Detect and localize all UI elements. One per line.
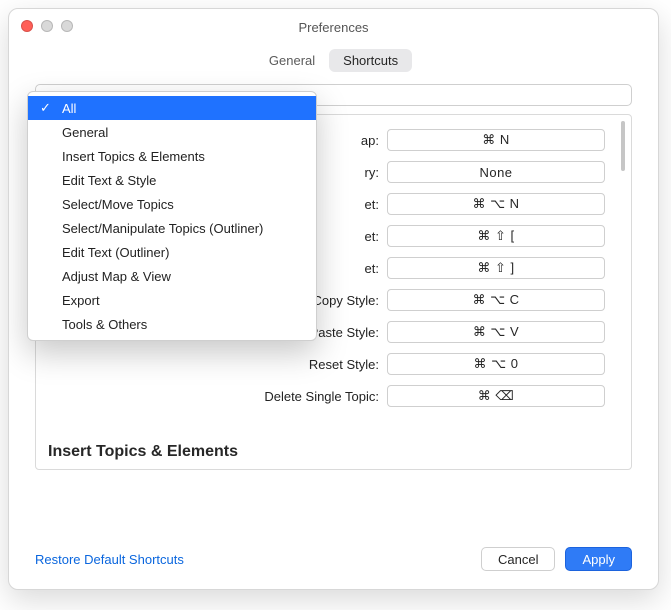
dropdown-item-label: Insert Topics & Elements: [62, 149, 205, 164]
shortcut-field[interactable]: ⌘ ⌥ C: [387, 289, 605, 311]
section-title: Insert Topics & Elements: [48, 443, 238, 461]
cancel-button[interactable]: Cancel: [481, 547, 555, 571]
traffic-lights: [21, 20, 73, 32]
shortcut-field[interactable]: ⌘ ⇧ [: [387, 225, 605, 247]
scrollbar[interactable]: [621, 121, 625, 171]
dropdown-item[interactable]: Insert Topics & Elements: [28, 144, 316, 168]
dropdown-item-label: Edit Text & Style: [62, 173, 156, 188]
dropdown-item[interactable]: Select/Manipulate Topics (Outliner): [28, 216, 316, 240]
dropdown-item[interactable]: Adjust Map & View: [28, 264, 316, 288]
shortcut-row: Delete Single Topic: ⌘ ⌫: [211, 385, 605, 407]
restore-defaults-link[interactable]: Restore Default Shortcuts: [35, 552, 184, 567]
shortcut-field[interactable]: ⌘ ⌥ 0: [387, 353, 605, 375]
dropdown-item[interactable]: ✓ All: [28, 96, 316, 120]
dropdown-item-label: Select/Move Topics: [62, 197, 174, 212]
category-dropdown[interactable]: ✓ All General Insert Topics & Elements Edit …: [27, 91, 317, 341]
dropdown-item-label: General: [62, 125, 108, 140]
dropdown-item[interactable]: Edit Text & Style: [28, 168, 316, 192]
dropdown-item-label: Tools & Others: [62, 317, 147, 332]
shortcut-field[interactable]: None: [387, 161, 605, 183]
tab-shortcuts[interactable]: Shortcuts: [329, 49, 412, 72]
shortcut-field[interactable]: ⌘ N: [387, 129, 605, 151]
preferences-window: Preferences General Shortcuts ap:⌘ Nry:N…: [8, 8, 659, 590]
shortcut-field[interactable]: ⌘ ⌥ N: [387, 193, 605, 215]
dropdown-item-label: Edit Text (Outliner): [62, 245, 169, 260]
dropdown-item[interactable]: Edit Text (Outliner): [28, 240, 316, 264]
minimize-icon: [41, 20, 53, 32]
tab-general[interactable]: General: [255, 49, 329, 72]
shortcut-field[interactable]: ⌘ ⌥ V: [387, 321, 605, 343]
shortcut-row: Reset Style: ⌘ ⌥ 0: [211, 353, 605, 375]
dropdown-item-label: All: [62, 101, 76, 116]
zoom-icon: [61, 20, 73, 32]
close-icon[interactable]: [21, 20, 33, 32]
dropdown-item-label: Adjust Map & View: [62, 269, 171, 284]
shortcut-label: Delete Single Topic:: [211, 389, 379, 404]
shortcut-label: Reset Style:: [211, 357, 379, 372]
dropdown-item[interactable]: Tools & Others: [28, 312, 316, 336]
shortcut-field[interactable]: ⌘ ⌫: [387, 385, 605, 407]
dropdown-item-label: Export: [62, 293, 100, 308]
window-title: Preferences: [298, 20, 368, 35]
dropdown-item[interactable]: General: [28, 120, 316, 144]
dropdown-item-label: Select/Manipulate Topics (Outliner): [62, 221, 263, 236]
tab-bar: General Shortcuts: [9, 45, 658, 82]
dropdown-item[interactable]: Select/Move Topics: [28, 192, 316, 216]
titlebar: Preferences: [9, 9, 658, 45]
apply-button[interactable]: Apply: [565, 547, 632, 571]
dropdown-item[interactable]: Export: [28, 288, 316, 312]
check-icon: ✓: [40, 100, 51, 116]
shortcut-field[interactable]: ⌘ ⇧ ]: [387, 257, 605, 279]
